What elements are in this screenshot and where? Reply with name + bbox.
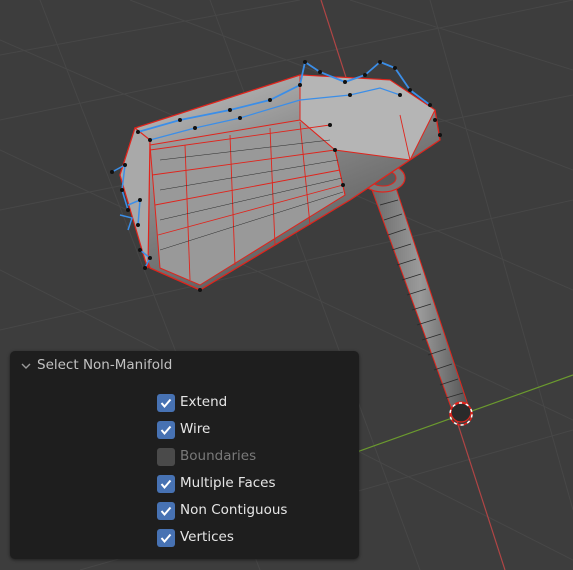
option-label: Boundaries: [180, 448, 257, 464]
checkmark-icon: [160, 533, 172, 544]
option-extend[interactable]: Extend: [157, 393, 357, 415]
hammer-handle: [360, 163, 472, 423]
option-vertices[interactable]: Vertices: [157, 528, 357, 550]
option-boundaries[interactable]: Boundaries: [157, 447, 357, 469]
multiple-faces-checkbox[interactable]: [157, 475, 175, 493]
vertices-checkbox[interactable]: [157, 529, 175, 547]
non-contiguous-checkbox[interactable]: [157, 502, 175, 520]
3d-viewport[interactable]: Select Non-Manifold Extend Wire Boundari…: [0, 0, 573, 570]
option-wire[interactable]: Wire: [157, 420, 357, 442]
chevron-down-icon[interactable]: [19, 358, 33, 372]
checkmark-icon: [160, 398, 172, 409]
extend-checkbox[interactable]: [157, 394, 175, 412]
checkmark-icon: [160, 506, 172, 517]
panel-title: Select Non-Manifold: [37, 357, 173, 373]
wire-checkbox[interactable]: [157, 421, 175, 439]
checkmark-icon: [160, 425, 172, 436]
option-label: Wire: [180, 421, 211, 437]
option-non-contiguous[interactable]: Non Contiguous: [157, 501, 357, 523]
option-label: Extend: [180, 394, 228, 410]
checkmark-icon: [160, 479, 172, 490]
option-label: Multiple Faces: [180, 475, 276, 491]
panel-header[interactable]: Select Non-Manifold: [10, 351, 359, 381]
boundaries-checkbox[interactable]: [157, 448, 175, 466]
option-label: Non Contiguous: [180, 502, 288, 518]
option-label: Vertices: [180, 529, 234, 545]
option-multiple-faces[interactable]: Multiple Faces: [157, 474, 357, 496]
operator-panel: Select Non-Manifold Extend Wire Boundari…: [10, 351, 359, 559]
